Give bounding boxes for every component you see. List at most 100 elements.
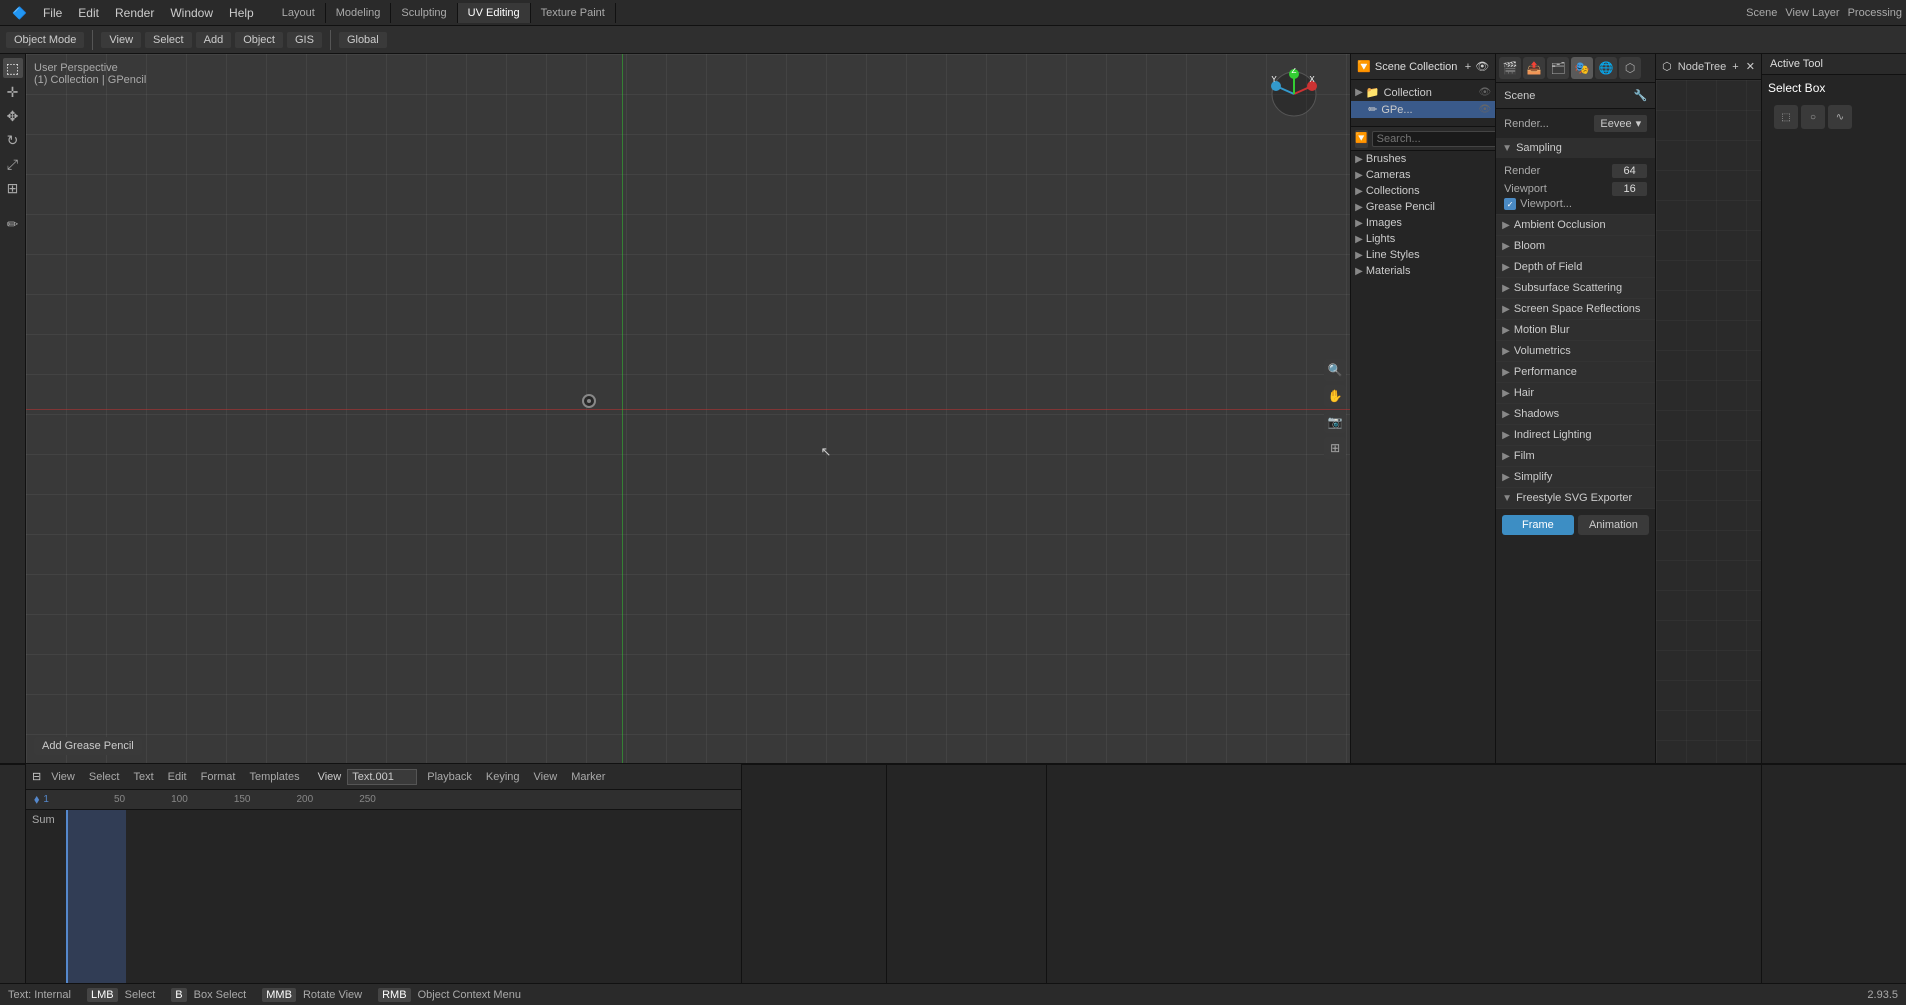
ssr-header[interactable]: ▶ Screen Space Reflections [1496,299,1655,319]
node-close-icon[interactable]: ✕ [1746,61,1755,73]
animation-button[interactable]: Animation [1578,515,1650,535]
sampling-header[interactable]: ▼ Sampling [1496,138,1655,158]
grid-icon[interactable]: ⊞ [1324,437,1346,459]
viewport-sample-value[interactable]: 16 [1612,182,1647,196]
collections-arrow: ▶ [1355,186,1363,197]
menu-render[interactable]: Render [107,4,162,22]
scene-tab[interactable]: 🎭 [1571,57,1593,79]
viewport-denoising-checkbox[interactable]: ✓ Viewport... [1504,198,1647,210]
filter-icon[interactable]: 🔽 [1355,130,1367,148]
menu-file[interactable]: File [35,4,70,22]
cursor-tool-icon[interactable]: ✛ [3,82,23,102]
current-frame-input[interactable] [347,769,417,785]
render-engine-dropdown[interactable]: Eevee ▾ [1594,115,1647,132]
workspace-modeling[interactable]: Modeling [326,3,392,23]
indirect-lighting-header[interactable]: ▶ Indirect Lighting [1496,425,1655,445]
add-grease-pencil-btn[interactable]: Add Grease Pencil [34,737,142,755]
gis-btn[interactable]: GIS [287,32,322,48]
ao-header[interactable]: ▶ Ambient Occlusion [1496,215,1655,235]
freestyle-arrow-icon: ▼ [1502,493,1512,504]
transform-dropdown[interactable]: Global [339,32,387,48]
select-btn[interactable]: Select [145,32,192,48]
grease-pencil-item[interactable]: ▶ Grease Pencil [1351,199,1495,215]
volumetrics-header[interactable]: ▶ Volumetrics [1496,341,1655,361]
magnify-icon[interactable]: 🔍 [1324,359,1346,381]
performance-header[interactable]: ▶ Performance [1496,362,1655,382]
outliner-collection-item[interactable]: ▶ 📁 Collection 👁 [1351,84,1495,101]
select-tool-icon[interactable]: ⬚ [3,58,23,78]
tool-select-circle-icon[interactable]: ○ [1801,105,1825,129]
brushes-item[interactable]: ▶ Brushes [1351,151,1495,167]
outliner-eye-icon[interactable]: 👁 [1475,60,1489,73]
timeline-edit-btn[interactable]: Edit [164,769,191,785]
lights-item[interactable]: ▶ Lights [1351,231,1495,247]
workspace-layout[interactable]: Layout [272,3,326,23]
hair-header[interactable]: ▶ Hair [1496,383,1655,403]
viewport-main[interactable]: User Perspective (1) Collection | GPenci… [26,54,1350,763]
timeline-templates-btn[interactable]: Templates [245,769,303,785]
node-add-icon[interactable]: + [1732,61,1738,73]
outliner-gpencil-item[interactable]: ✏ GPe... 👁 [1351,101,1495,118]
menu-help[interactable]: Help [221,4,262,22]
render-props-tab[interactable]: 🎬 [1499,57,1521,79]
scale-tool-icon[interactable]: ⤢ [3,154,23,174]
materials-item[interactable]: ▶ Materials [1351,263,1495,279]
cameras-item[interactable]: ▶ Cameras [1351,167,1495,183]
keying-btn[interactable]: Keying [482,769,524,785]
object-mode-dropdown[interactable]: Object Mode [6,32,84,48]
workspace-uv-editing[interactable]: UV Editing [458,3,531,23]
timeline-text-btn[interactable]: Text [129,769,157,785]
visibility-icon[interactable]: 👁 [1478,87,1491,98]
svg-text:Y: Y [1271,75,1277,84]
motion-blur-header[interactable]: ▶ Motion Blur [1496,320,1655,340]
move-tool-icon[interactable]: ✥ [3,106,23,126]
outliner-add-icon[interactable]: + [1465,61,1471,73]
transform-tool-icon[interactable]: ⊞ [3,178,23,198]
shadows-header[interactable]: ▶ Shadows [1496,404,1655,424]
bloom-header[interactable]: ▶ Bloom [1496,236,1655,256]
freestyle-header[interactable]: ▼ Freestyle SVG Exporter [1496,488,1655,508]
frame-button[interactable]: Frame [1502,515,1574,535]
playhead-btn[interactable]: ⬧ [34,792,39,807]
timeline-view-btn[interactable]: View [47,769,79,785]
timeline-format-btn[interactable]: Format [197,769,240,785]
node-canvas[interactable] [1656,80,1761,763]
add-btn[interactable]: Add [196,32,232,48]
hand-icon[interactable]: ✋ [1324,385,1346,407]
workspace-sculpting[interactable]: Sculpting [391,3,457,23]
workspace-texture-paint[interactable]: Texture Paint [531,3,616,23]
film-header[interactable]: ▶ Film [1496,446,1655,466]
marker-btn[interactable]: Marker [567,769,609,785]
simplify-header[interactable]: ▶ Simplify [1496,467,1655,487]
line-styles-item[interactable]: ▶ Line Styles [1351,247,1495,263]
annotate-tool-icon[interactable]: ✏ [3,214,23,234]
object-tab[interactable]: ⬡ [1619,57,1641,79]
collections-item[interactable]: ▶ Collections [1351,183,1495,199]
output-props-tab[interactable]: 📤 [1523,57,1545,79]
tool-select-lasso-icon[interactable]: ∿ [1828,105,1852,129]
view-layer-tab[interactable]: 🗂 [1547,57,1569,79]
object-btn[interactable]: Object [235,32,283,48]
subsurface-header[interactable]: ▶ Subsurface Scattering [1496,278,1655,298]
rotate-tool-icon[interactable]: ↻ [3,130,23,150]
scene-title-bar: Scene 🔧 [1496,83,1655,109]
scene-wrench-icon[interactable]: 🔧 [1633,89,1647,102]
camera-icon[interactable]: 📷 [1324,411,1346,433]
tool-select-box-icon[interactable]: ⬚ [1774,105,1798,129]
sampling-arrow-icon: ▼ [1502,143,1512,154]
timeline-tracks[interactable]: Sum [26,810,741,983]
dof-header[interactable]: ▶ Depth of Field [1496,257,1655,277]
timeline-view-btn3[interactable]: View [530,769,562,785]
menu-edit[interactable]: Edit [70,4,107,22]
visibility-icon-2[interactable]: 👁 [1478,104,1491,115]
menu-window[interactable]: Window [162,4,221,22]
render-sample-value[interactable]: 64 [1612,164,1647,178]
view-btn[interactable]: View [101,32,141,48]
world-tab[interactable]: 🌐 [1595,57,1617,79]
bottom-props-panel [886,764,1046,983]
text-internal-status: Text: Internal [8,989,71,1001]
timeline-select-btn[interactable]: Select [85,769,124,785]
view-layer: View Layer [1785,7,1839,19]
images-item[interactable]: ▶ Images [1351,215,1495,231]
playback-btn[interactable]: Playback [423,769,476,785]
